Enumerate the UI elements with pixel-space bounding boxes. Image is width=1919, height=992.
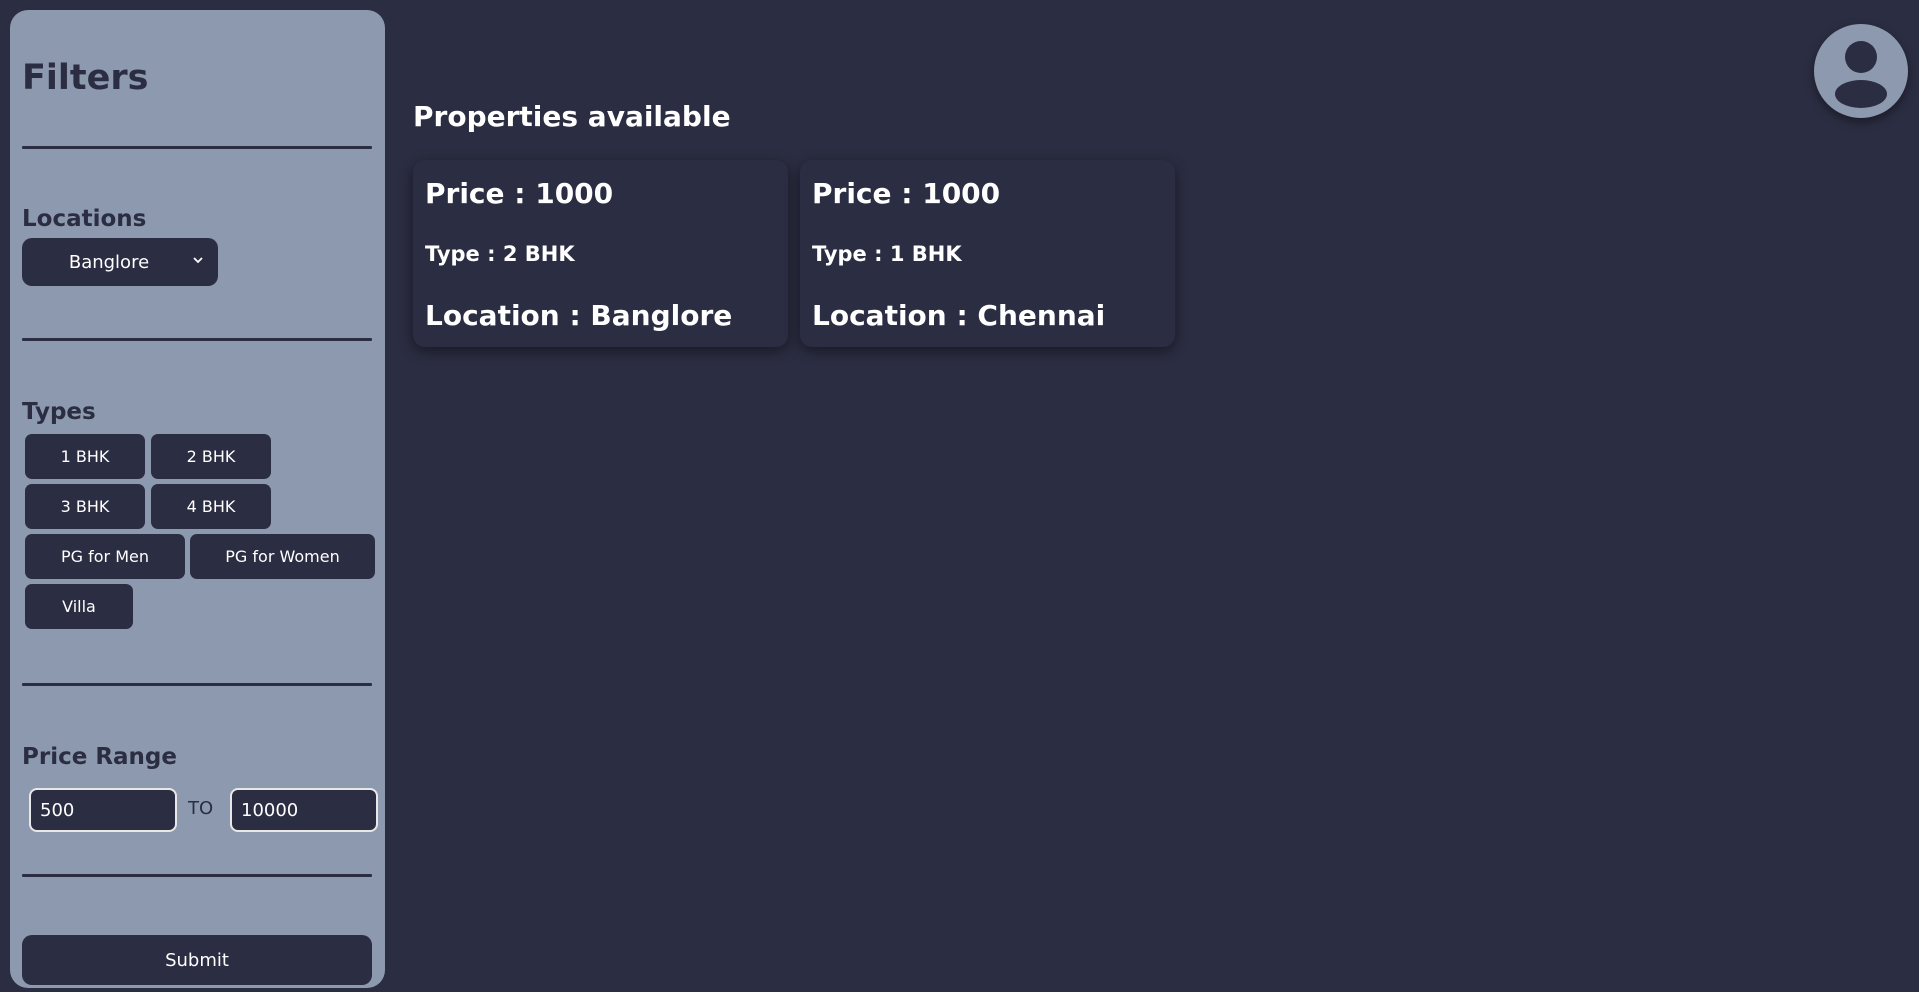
property-location: Location : Banglore	[425, 299, 733, 332]
property-type: Type : 2 BHK	[425, 242, 575, 266]
property-card[interactable]: Price : 1000 Type : 2 BHK Location : Ban…	[413, 160, 788, 347]
chevron-down-icon	[192, 253, 204, 271]
type-button-4bhk[interactable]: 4 BHK	[151, 484, 271, 529]
type-button-pg-women[interactable]: PG for Women	[190, 534, 375, 579]
divider	[22, 146, 372, 149]
locations-title: Locations	[22, 206, 147, 232]
filters-title: Filters	[22, 58, 149, 98]
property-type: Type : 1 BHK	[812, 242, 962, 266]
properties-title: Properties available	[413, 100, 731, 133]
type-button-2bhk[interactable]: 2 BHK	[151, 434, 271, 479]
price-min-input[interactable]: 500	[29, 788, 177, 832]
type-button-villa[interactable]: Villa	[25, 584, 133, 629]
property-card[interactable]: Price : 1000 Type : 1 BHK Location : Che…	[800, 160, 1175, 347]
price-separator: TO	[188, 798, 214, 819]
property-location: Location : Chennai	[812, 299, 1106, 332]
submit-button[interactable]: Submit	[22, 935, 372, 985]
types-title: Types	[22, 399, 96, 425]
location-select-value: Banglore	[68, 251, 150, 273]
location-select[interactable]: Banglore	[22, 238, 218, 286]
type-button-1bhk[interactable]: 1 BHK	[25, 434, 145, 479]
divider	[22, 338, 372, 341]
price-range-title: Price Range	[22, 744, 177, 770]
divider	[22, 874, 372, 877]
price-max-input[interactable]: 10000	[230, 788, 378, 832]
type-button-3bhk[interactable]: 3 BHK	[25, 484, 145, 529]
user-avatar-icon[interactable]	[1814, 24, 1908, 118]
type-button-pg-men[interactable]: PG for Men	[25, 534, 185, 579]
filters-sidebar: Filters Locations Banglore Types 1 BHK 2…	[10, 10, 385, 988]
property-price: Price : 1000	[812, 177, 1001, 210]
divider	[22, 683, 372, 686]
property-price: Price : 1000	[425, 177, 614, 210]
